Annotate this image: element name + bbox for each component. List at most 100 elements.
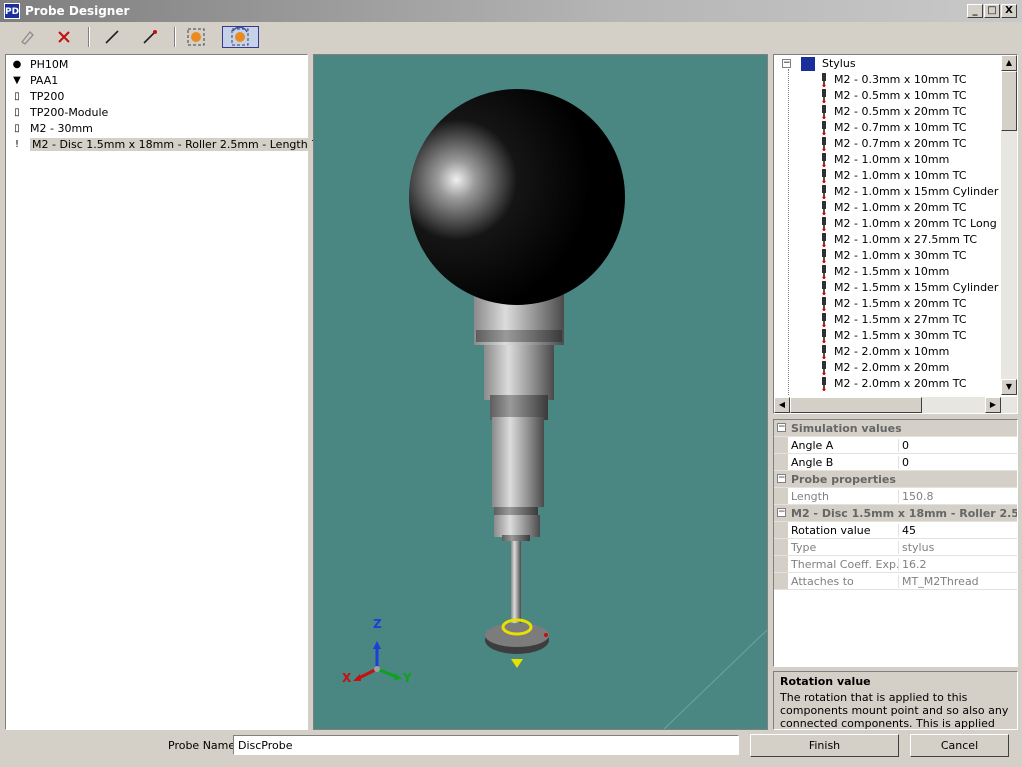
scroll-right-icon[interactable]: ▶ (985, 397, 1001, 413)
pencil-icon (20, 30, 34, 45)
component-item[interactable]: ▯ TP200-Module (10, 105, 108, 121)
component-item[interactable]: ▼ PAA1 (10, 73, 58, 89)
tree-root[interactable]: − Stylus (782, 56, 856, 72)
tree-horizontal-scrollbar[interactable]: ◀ ▶ (774, 397, 1017, 413)
stylus-library-item[interactable]: M2 - 1.0mm x 30mm TC (820, 248, 967, 264)
minimize-button[interactable]: _ (967, 4, 983, 18)
pencil-button[interactable] (15, 26, 39, 48)
component-label: M2 - 30mm (30, 122, 93, 135)
tree-vertical-scrollbar[interactable]: ▲ ▼ (1001, 55, 1017, 395)
component-item[interactable]: ● PH10M (10, 57, 69, 73)
draw-line-button[interactable] (100, 26, 124, 48)
stylus-library-item[interactable]: M2 - 2.0mm x 20mm (820, 360, 949, 376)
rotate-component-icon (231, 26, 249, 46)
simulation-values-category[interactable]: − Simulation values (774, 420, 1017, 437)
component-label: PAA1 (30, 74, 59, 87)
stylus-library-item[interactable]: M2 - 1.0mm x 20mm TC (820, 200, 967, 216)
component-item[interactable]: ! M2 - Disc 1.5mm x 18mm - Roller 2.5mm -… (10, 137, 353, 153)
row-gutter (774, 488, 788, 504)
component-item[interactable]: ▯ TP200 (10, 89, 64, 105)
stylus-icon (822, 201, 826, 215)
row-gutter (774, 522, 788, 538)
footer-bar: Probe Name: DiscProbe Finish Cancel (0, 732, 1022, 767)
stylus-library-label: M2 - 1.0mm x 10mm TC (834, 169, 967, 182)
collapse-icon[interactable]: − (782, 59, 791, 68)
scroll-left-icon[interactable]: ◀ (774, 397, 790, 413)
collapse-icon[interactable]: − (777, 423, 786, 432)
angle-b-row[interactable]: Angle B 0 (774, 454, 1017, 471)
stylus-library-item[interactable]: M2 - 1.5mm x 20mm TC (820, 296, 967, 312)
stylus-icon (822, 73, 826, 87)
toolbar-separator (174, 27, 176, 47)
rotation-value-row[interactable]: Rotation value 45 (774, 522, 1017, 539)
stylus-icon (822, 137, 826, 151)
component-item[interactable]: ▯ M2 - 30mm (10, 121, 93, 137)
scroll-up-icon[interactable]: ▲ (1001, 55, 1017, 71)
probe-body-icon: ▯ (14, 91, 20, 102)
stylus-library-label: M2 - 2.0mm x 20mm (834, 361, 950, 374)
stylus-icon (822, 185, 826, 199)
tree-guide-line (788, 69, 790, 395)
property-grid: − Simulation values Angle A 0 Angle B 0 … (773, 419, 1018, 667)
toolbar-separator (88, 27, 90, 47)
draw-colored-line-button[interactable] (138, 26, 162, 48)
collapse-icon[interactable]: − (777, 474, 786, 483)
stylus-library-item[interactable]: M2 - 1.0mm x 20mm TC Long EWL (820, 216, 1001, 232)
frame-component-button[interactable] (184, 26, 208, 48)
category-label: Simulation values (791, 422, 902, 435)
x-axis-label: X (342, 671, 352, 685)
stylus-library-item[interactable]: M2 - 2.0mm x 10mm (820, 344, 949, 360)
stylus-library-label: M2 - 1.5mm x 27mm TC (834, 313, 967, 326)
scroll-down-icon[interactable]: ▼ (1001, 379, 1017, 395)
description-title: Rotation value (780, 675, 871, 688)
type-value: stylus (898, 541, 934, 554)
stylus-library-item[interactable]: M2 - 0.3mm x 10mm TC (820, 72, 967, 88)
delete-button[interactable] (52, 26, 76, 48)
property-key: Rotation value (791, 524, 871, 537)
delete-icon (58, 31, 70, 43)
stylus-library-item[interactable]: M2 - 1.0mm x 27.5mm TC (820, 232, 977, 248)
stylus-icon (822, 105, 826, 119)
stylus-library-item[interactable]: M2 - 1.5mm x 27mm TC (820, 312, 967, 328)
stylus-library-label: M2 - 1.5mm x 20mm TC (834, 297, 967, 310)
stylus-library-item[interactable]: M2 - 0.5mm x 20mm TC (820, 104, 967, 120)
stylus-library-item[interactable]: M2 - 1.0mm x 10mm TC (820, 168, 967, 184)
hscroll-thumb[interactable] (790, 397, 922, 413)
stylus-icon (822, 345, 826, 359)
property-description: Rotation value The rotation that is appl… (773, 671, 1018, 730)
property-key: Attaches to (791, 575, 854, 588)
row-gutter (774, 539, 788, 555)
property-key: Thermal Coeff. Exp. ( (791, 558, 898, 571)
scroll-thumb[interactable] (1001, 71, 1017, 131)
stylus-library-item[interactable]: M2 - 1.5mm x 10mm (820, 264, 949, 280)
stylus-library-item[interactable]: M2 - 0.5mm x 10mm TC (820, 88, 967, 104)
stylus-library-item[interactable]: M2 - 1.5mm x 30mm TC (820, 328, 967, 344)
probe-3d-viewport[interactable]: Z X Y (313, 54, 768, 730)
cancel-button[interactable]: Cancel (910, 734, 1009, 757)
close-button[interactable]: X (1001, 4, 1017, 18)
stylus-library-item[interactable]: M2 - 1.0mm x 15mm Cylinder (820, 184, 998, 200)
component-category[interactable]: − M2 - Disc 1.5mm x 18mm - Roller 2.5mm (774, 505, 1017, 522)
property-key: Length (791, 490, 829, 503)
probe-properties-category[interactable]: − Probe properties (774, 471, 1017, 488)
angle-a-row[interactable]: Angle A 0 (774, 437, 1017, 454)
stylus-icon (822, 153, 826, 167)
rotate-component-button[interactable] (222, 26, 259, 48)
stylus-library-item[interactable]: M2 - 0.7mm x 20mm TC (820, 136, 967, 152)
finish-button[interactable]: Finish (750, 734, 899, 757)
stylus-library-item[interactable]: M2 - 1.5mm x 15mm Cylinder (820, 280, 998, 296)
stylus-library-item[interactable]: M2 - 2.0mm x 20mm TC (820, 376, 967, 392)
rotation-value[interactable]: 45 (898, 524, 916, 537)
probe-name-input[interactable]: DiscProbe (233, 735, 739, 755)
colored-line-icon (143, 30, 157, 44)
collapse-icon[interactable]: − (777, 508, 786, 517)
length-value: 150.8 (898, 490, 934, 503)
module-icon: ▯ (14, 107, 20, 118)
stylus-library-label: M2 - 1.0mm x 27.5mm TC (834, 233, 978, 246)
stylus-library-item[interactable]: M2 - 0.7mm x 10mm TC (820, 120, 967, 136)
angle-a-value[interactable]: 0 (898, 439, 909, 452)
stylus-library-item[interactable]: M2 - 1.0mm x 10mm (820, 152, 949, 168)
angle-b-value[interactable]: 0 (898, 456, 909, 469)
maximize-button[interactable]: □ (984, 4, 1000, 18)
thermal-coeff-row: Thermal Coeff. Exp. ( 16.2 (774, 556, 1017, 573)
